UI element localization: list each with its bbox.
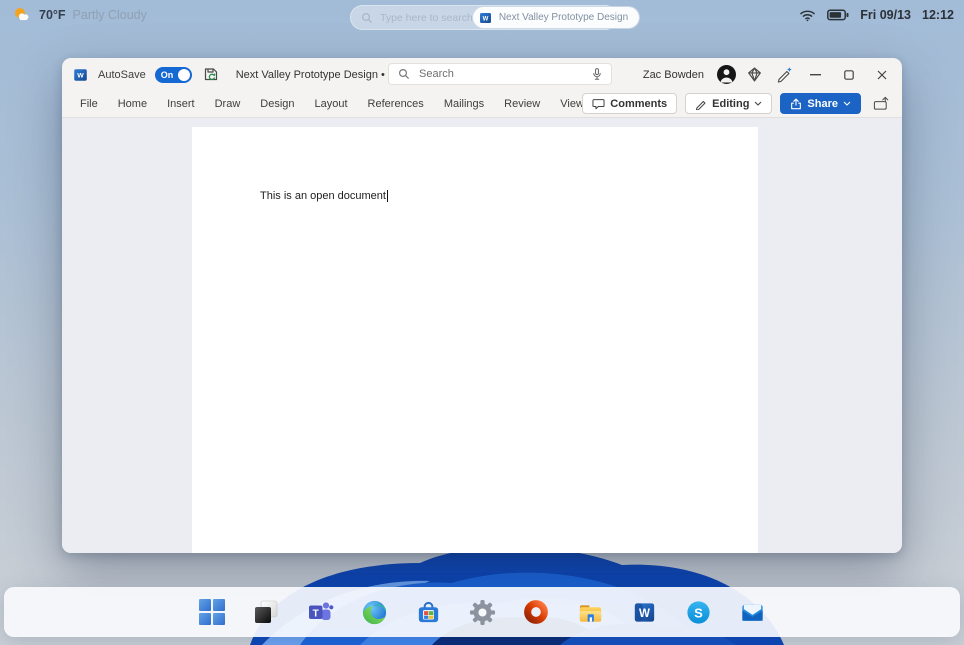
share-label: Share xyxy=(807,97,838,110)
taskbar: T W S xyxy=(4,587,960,637)
pencil-icon xyxy=(696,100,706,110)
svg-text:W: W xyxy=(482,16,488,22)
word-titlebar: W AutoSave On Next Valley Prototype Desi… xyxy=(62,58,902,91)
share-icon xyxy=(791,98,802,109)
svg-text:T: T xyxy=(313,608,319,619)
maximize-button[interactable] xyxy=(832,58,865,91)
weather-widget[interactable]: 70°F Partly Cloudy xyxy=(12,6,147,24)
tab-home[interactable]: Home xyxy=(108,92,157,117)
editing-label: Editing xyxy=(712,97,750,110)
skype-icon[interactable]: S xyxy=(684,598,712,626)
search-icon xyxy=(361,12,373,24)
tab-file[interactable]: File xyxy=(70,92,108,117)
share-button[interactable]: Share xyxy=(780,93,861,114)
document-text: This is an open document xyxy=(260,190,388,202)
comment-icon xyxy=(592,98,605,109)
tray-date[interactable]: Fri 09/13 xyxy=(860,8,911,22)
svg-text:W: W xyxy=(639,608,650,620)
ribbon-tabs: File Home Insert Draw Design Layout Refe… xyxy=(62,92,637,117)
comments-button[interactable]: Comments xyxy=(582,93,678,114)
document-workspace: This is an open document xyxy=(62,118,902,553)
weather-icon xyxy=(12,6,32,24)
file-explorer-icon[interactable] xyxy=(576,598,604,626)
word-search-placeholder: Search xyxy=(419,68,454,80)
running-app-pill[interactable]: W Next Valley Prototype Design xyxy=(472,7,640,28)
svg-text:S: S xyxy=(694,605,703,620)
editing-mode-button[interactable]: Editing xyxy=(685,93,773,114)
wifi-icon xyxy=(799,8,816,22)
avatar[interactable] xyxy=(713,58,739,91)
battery-icon xyxy=(827,9,849,21)
autosave-label: AutoSave xyxy=(98,68,146,81)
tab-mailings[interactable]: Mailings xyxy=(434,92,494,117)
system-tray[interactable]: Fri 09/13 12:12 xyxy=(799,8,954,22)
weather-condition: Partly Cloudy xyxy=(72,8,147,22)
weather-temperature: 70°F xyxy=(39,8,66,22)
chevron-down-icon xyxy=(755,101,762,106)
ribbon-display-options-button[interactable] xyxy=(869,93,893,114)
search-icon xyxy=(398,68,410,80)
tray-time[interactable]: 12:12 xyxy=(922,8,954,22)
editor-pen-icon[interactable] xyxy=(769,58,799,91)
microsoft-edge-icon[interactable] xyxy=(360,598,388,626)
autosave-state: On xyxy=(160,69,174,80)
word-icon: W xyxy=(478,11,493,25)
toggle-knob xyxy=(177,68,190,81)
chevron-down-icon xyxy=(843,101,851,106)
desktop-topbar: 70°F Partly Cloudy Type here to search W xyxy=(0,0,964,34)
desktop-search-bar[interactable]: Type here to search W Next Valley Protot… xyxy=(350,5,640,30)
tab-review[interactable]: Review xyxy=(494,92,550,117)
running-app-label: Next Valley Prototype Design xyxy=(498,12,629,23)
svg-text:W: W xyxy=(77,72,84,79)
text-cursor xyxy=(386,190,388,202)
save-icon[interactable] xyxy=(201,58,223,91)
tab-references[interactable]: References xyxy=(358,92,434,117)
close-button[interactable] xyxy=(865,58,898,91)
dictate-mic-icon[interactable] xyxy=(591,67,603,81)
account-name[interactable]: Zac Bowden xyxy=(643,69,704,81)
document-page[interactable]: This is an open document xyxy=(192,127,758,553)
mail-icon[interactable] xyxy=(738,598,766,626)
tab-draw[interactable]: Draw xyxy=(205,92,251,117)
word-window: W AutoSave On Next Valley Prototype Desi… xyxy=(62,58,902,553)
tab-insert[interactable]: Insert xyxy=(157,92,205,117)
microsoft-word-icon[interactable]: W xyxy=(630,598,658,626)
settings-gear-icon[interactable] xyxy=(468,598,496,626)
tab-design[interactable]: Design xyxy=(250,92,304,117)
microsoft-teams-icon[interactable]: T xyxy=(306,598,334,626)
desktop: 70°F Partly Cloudy Type here to search W xyxy=(0,0,964,645)
start-button[interactable] xyxy=(198,598,226,626)
premium-diamond-icon[interactable] xyxy=(739,58,769,91)
tab-layout[interactable]: Layout xyxy=(305,92,358,117)
word-app-icon[interactable]: W xyxy=(72,67,89,83)
theme-switcher-icon[interactable] xyxy=(252,598,280,626)
comments-label: Comments xyxy=(610,97,668,110)
minimize-button[interactable] xyxy=(799,58,832,91)
microsoft-store-icon[interactable] xyxy=(414,598,442,626)
search-placeholder: Type here to search xyxy=(380,11,473,24)
titlebar-right-group: Zac Bowden xyxy=(643,58,898,91)
microsoft-office-icon[interactable] xyxy=(522,598,550,626)
autosave-toggle[interactable]: On xyxy=(154,66,192,83)
word-search-box[interactable]: Search xyxy=(388,63,612,85)
ribbon-bar: File Home Insert Draw Design Layout Refe… xyxy=(62,91,902,118)
ribbon-right-group: Comments Editing Share xyxy=(582,93,893,114)
